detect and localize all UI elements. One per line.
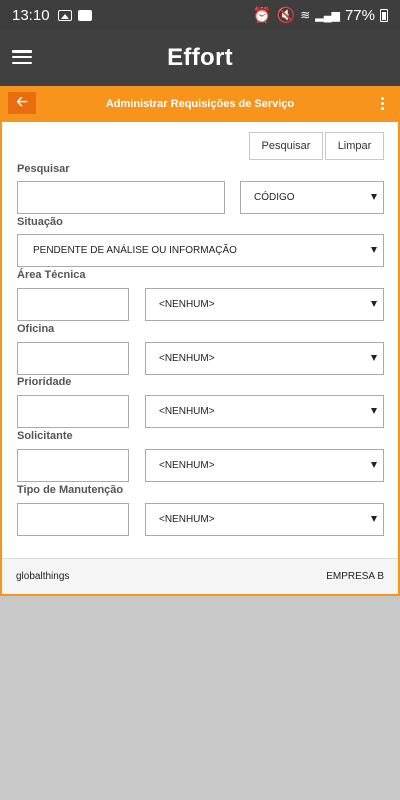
clear-button[interactable]: Limpar <box>325 132 384 160</box>
search-field-select[interactable]: CÓDIGO <box>240 181 384 214</box>
caret-down-icon <box>371 355 377 361</box>
solicitante-select[interactable]: <NENHUM> <box>145 449 384 482</box>
wifi-icon: ≋ <box>300 8 311 22</box>
status-time: 13:10 <box>12 6 50 24</box>
prioridade-select-value: <NENHUM> <box>159 406 215 417</box>
battery-icon <box>380 8 388 22</box>
caret-down-icon <box>371 301 377 307</box>
tipo-manutencao-input[interactable] <box>17 503 129 536</box>
tipo-manutencao-select[interactable]: <NENHUM> <box>145 503 384 536</box>
caret-down-icon <box>371 247 377 253</box>
area-tecnica-input[interactable] <box>17 288 129 321</box>
mute-icon: 🔇 <box>276 7 296 24</box>
oficina-select-value: <NENHUM> <box>159 353 215 364</box>
signal-icon: ▂▄▆ <box>315 9 340 22</box>
situacao-label: Situação <box>17 216 63 228</box>
area-tecnica-select-value: <NENHUM> <box>159 299 215 310</box>
prioridade-select[interactable]: <NENHUM> <box>145 395 384 428</box>
search-label: Pesquisar <box>17 163 70 175</box>
app-notification-icon <box>77 9 92 21</box>
footer-brand: globalthings <box>16 571 70 582</box>
solicitante-label: Solicitante <box>17 430 73 442</box>
caret-down-icon <box>371 408 377 414</box>
app-bar: Effort <box>0 30 400 86</box>
panel-title: Administrar Requisições de Serviço <box>105 98 295 110</box>
search-field-select-value: CÓDIGO <box>254 192 295 203</box>
search-button[interactable]: Pesquisar <box>249 132 323 160</box>
more-options-icon[interactable] <box>380 97 384 110</box>
search-input[interactable] <box>17 181 225 214</box>
situacao-select[interactable]: PENDENTE DE ANÁLISE OU INFORMAÇÃO <box>17 234 384 267</box>
tipo-manutencao-select-value: <NENHUM> <box>159 514 215 525</box>
image-notification-icon <box>57 9 72 21</box>
caret-down-icon <box>371 516 377 522</box>
solicitante-select-value: <NENHUM> <box>159 460 215 471</box>
panel-footer: globalthings EMPRESA B <box>2 558 398 594</box>
app-title: Effort <box>167 44 233 71</box>
battery-percent: 77% <box>344 6 375 24</box>
back-button[interactable]: 🡠 <box>8 92 36 114</box>
oficina-select[interactable]: <NENHUM> <box>145 342 384 375</box>
situacao-select-value: PENDENTE DE ANÁLISE OU INFORMAÇÃO <box>33 245 237 256</box>
caret-down-icon <box>371 194 377 200</box>
area-tecnica-label: Área Técnica <box>17 269 86 281</box>
menu-icon[interactable] <box>12 50 32 64</box>
tipo-manutencao-label: Tipo de Manutenção <box>17 484 124 496</box>
oficina-label: Oficina <box>17 323 55 335</box>
prioridade-input[interactable] <box>17 395 129 428</box>
panel-header: 🡠 Administrar Requisições de Serviço <box>2 86 398 122</box>
service-request-panel: 🡠 Administrar Requisições de Serviço Pes… <box>0 86 400 596</box>
area-tecnica-select[interactable]: <NENHUM> <box>145 288 384 321</box>
solicitante-input[interactable] <box>17 449 129 482</box>
prioridade-label: Prioridade <box>17 376 72 388</box>
oficina-input[interactable] <box>17 342 129 375</box>
alarm-icon: ⏰ <box>252 7 272 24</box>
caret-down-icon <box>371 462 377 468</box>
footer-company: EMPRESA B <box>326 571 384 582</box>
status-bar: 13:10 ⏰ 🔇 ≋ ▂▄▆ 77% <box>0 0 400 30</box>
arrow-left-icon: 🡠 <box>16 93 28 109</box>
